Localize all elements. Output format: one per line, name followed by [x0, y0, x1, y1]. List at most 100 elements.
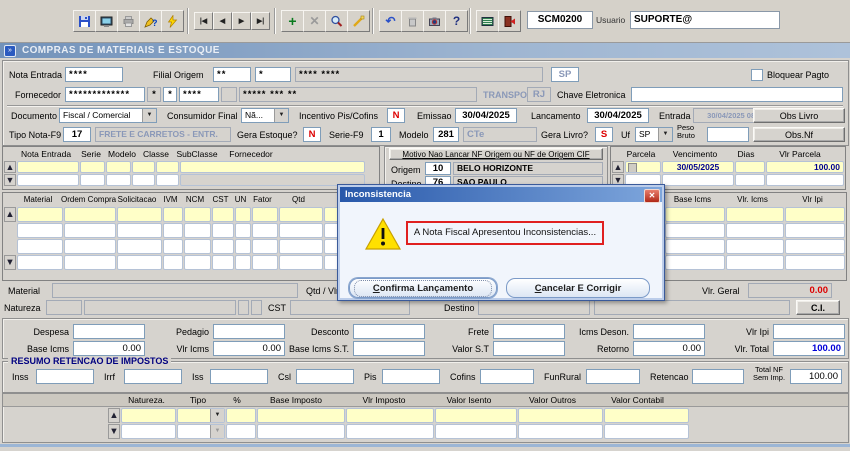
keyboard-menu-button[interactable] [476, 10, 499, 32]
snapshot-button[interactable] [423, 10, 446, 32]
irrf-field[interactable] [124, 369, 182, 384]
grid-cell[interactable] [80, 174, 105, 186]
grid-cell[interactable] [662, 174, 734, 186]
grid-cell[interactable] [121, 424, 176, 439]
chevron-down-icon[interactable]: ▼ [658, 128, 672, 141]
cancel-button[interactable]: Cancelar E Corrigir [506, 278, 650, 298]
close-icon[interactable]: ✕ [644, 189, 660, 203]
grid-cell[interactable] [64, 255, 116, 270]
grid-cell[interactable] [184, 207, 211, 222]
grid-cell[interactable] [212, 239, 234, 254]
grid-cell[interactable] [785, 239, 845, 254]
scroll-down-icon[interactable]: ▼ [4, 255, 16, 270]
vlr-parcela-cell[interactable]: 100.00 [766, 161, 844, 173]
grid-cell[interactable] [785, 255, 845, 270]
retorno-field[interactable]: 0.00 [633, 341, 705, 356]
grid-cell[interactable] [235, 255, 251, 270]
grid-cell[interactable] [279, 239, 323, 254]
filial-uf-field[interactable]: SP [551, 67, 579, 82]
grid-cell[interactable] [785, 207, 845, 222]
grid-cell[interactable] [17, 174, 79, 186]
grid-cell[interactable] [726, 255, 784, 270]
scroll-up-icon[interactable]: ▲ [612, 161, 624, 173]
search-button[interactable] [325, 10, 348, 32]
grid-cell[interactable] [212, 223, 234, 238]
grid-cell[interactable] [279, 223, 323, 238]
preview-button[interactable] [95, 10, 118, 32]
tipo-cell[interactable]: ▼ [177, 408, 225, 423]
retencao-field[interactable] [692, 369, 744, 384]
grid-cell[interactable] [604, 424, 689, 439]
grid-cell[interactable] [64, 239, 116, 254]
valor-st-field[interactable] [493, 341, 565, 356]
chevron-down-icon[interactable]: ▼ [274, 109, 288, 122]
frete-field[interactable] [493, 324, 565, 339]
grid-cell[interactable] [252, 239, 278, 254]
grid-cell[interactable] [604, 408, 689, 423]
icms-deson-field[interactable] [633, 324, 705, 339]
nav-first-button[interactable]: |◀ [194, 12, 213, 30]
tipo-nota-code-field[interactable]: 17 [63, 127, 91, 142]
print-button[interactable] [117, 10, 140, 32]
grid-cell[interactable] [64, 207, 116, 222]
base-icms-field[interactable]: 0.00 [73, 341, 145, 356]
serie-field[interactable]: 1 [371, 127, 391, 142]
grid-cell[interactable] [212, 255, 234, 270]
grid-cell[interactable] [235, 207, 251, 222]
dialog-titlebar[interactable]: Inconsistencia ✕ [340, 187, 662, 202]
grid-cell[interactable] [665, 207, 725, 222]
grid-cell[interactable] [279, 207, 323, 222]
grid-cell[interactable] [64, 223, 116, 238]
dias-cell[interactable] [735, 161, 765, 173]
bottom-scroll-strip[interactable] [0, 444, 850, 447]
pis-field[interactable] [382, 369, 440, 384]
motivo-nao-lancar-button[interactable]: Motivo Nao Lancar NF Origem ou NF de Ori… [389, 148, 603, 160]
fornecedor-sub-field[interactable]: **** [179, 87, 219, 102]
grid-cell[interactable] [279, 255, 323, 270]
nav-next-button[interactable]: ▶ [232, 12, 251, 30]
funrural-field[interactable] [586, 369, 640, 384]
save-button[interactable] [73, 10, 96, 32]
help-button[interactable]: ? [445, 10, 468, 32]
scroll-up-icon[interactable]: ▲ [4, 207, 16, 222]
obs-livro-button[interactable]: Obs Livro [753, 108, 845, 123]
tipo-cell[interactable]: ▼ [177, 424, 225, 439]
grid-cell[interactable] [80, 161, 105, 173]
scroll-up-icon[interactable]: ▲ [4, 161, 16, 173]
grid-cell[interactable] [226, 424, 256, 439]
lancamento-field[interactable]: 30/04/2025 [587, 108, 649, 123]
grid-cell[interactable] [17, 239, 63, 254]
grid-cell[interactable] [252, 207, 278, 222]
emissao-field[interactable]: 30/04/2025 [455, 108, 517, 123]
consumidor-final-select[interactable]: Nã...▼ [241, 108, 289, 123]
grid-cell[interactable] [117, 207, 162, 222]
grid-cell[interactable] [346, 408, 434, 423]
grid-cell[interactable] [665, 223, 725, 238]
grid-cell[interactable] [117, 239, 162, 254]
incentivo-field[interactable]: N [387, 108, 405, 123]
grid-cell[interactable] [257, 408, 345, 423]
grid-cell[interactable] [726, 239, 784, 254]
grid-cell[interactable] [235, 239, 251, 254]
grid-cell[interactable] [163, 207, 183, 222]
parcela-cell[interactable] [625, 161, 661, 173]
grid-cell[interactable] [106, 161, 131, 173]
grid-cell[interactable] [252, 255, 278, 270]
grid-cell[interactable] [106, 174, 131, 186]
grid-cell[interactable] [117, 255, 162, 270]
grid-cell[interactable] [121, 408, 176, 423]
grid-cell[interactable] [156, 161, 179, 173]
process-button[interactable] [161, 10, 184, 32]
base-icms-st-field[interactable] [353, 341, 425, 356]
grid-cell[interactable] [435, 408, 517, 423]
grid-cell[interactable] [346, 424, 434, 439]
filial-sub-field[interactable]: * [255, 67, 291, 82]
grid-cell[interactable] [132, 174, 155, 186]
fornecedor-digit2-field[interactable]: * [163, 87, 177, 102]
grid-cell[interactable] [726, 223, 784, 238]
vlr-icms-field[interactable]: 0.00 [213, 341, 285, 356]
grid-cell[interactable] [726, 207, 784, 222]
chevron-down-icon[interactable]: ▼ [210, 409, 224, 422]
grid-cell[interactable] [184, 223, 211, 238]
csl-field[interactable] [296, 369, 354, 384]
